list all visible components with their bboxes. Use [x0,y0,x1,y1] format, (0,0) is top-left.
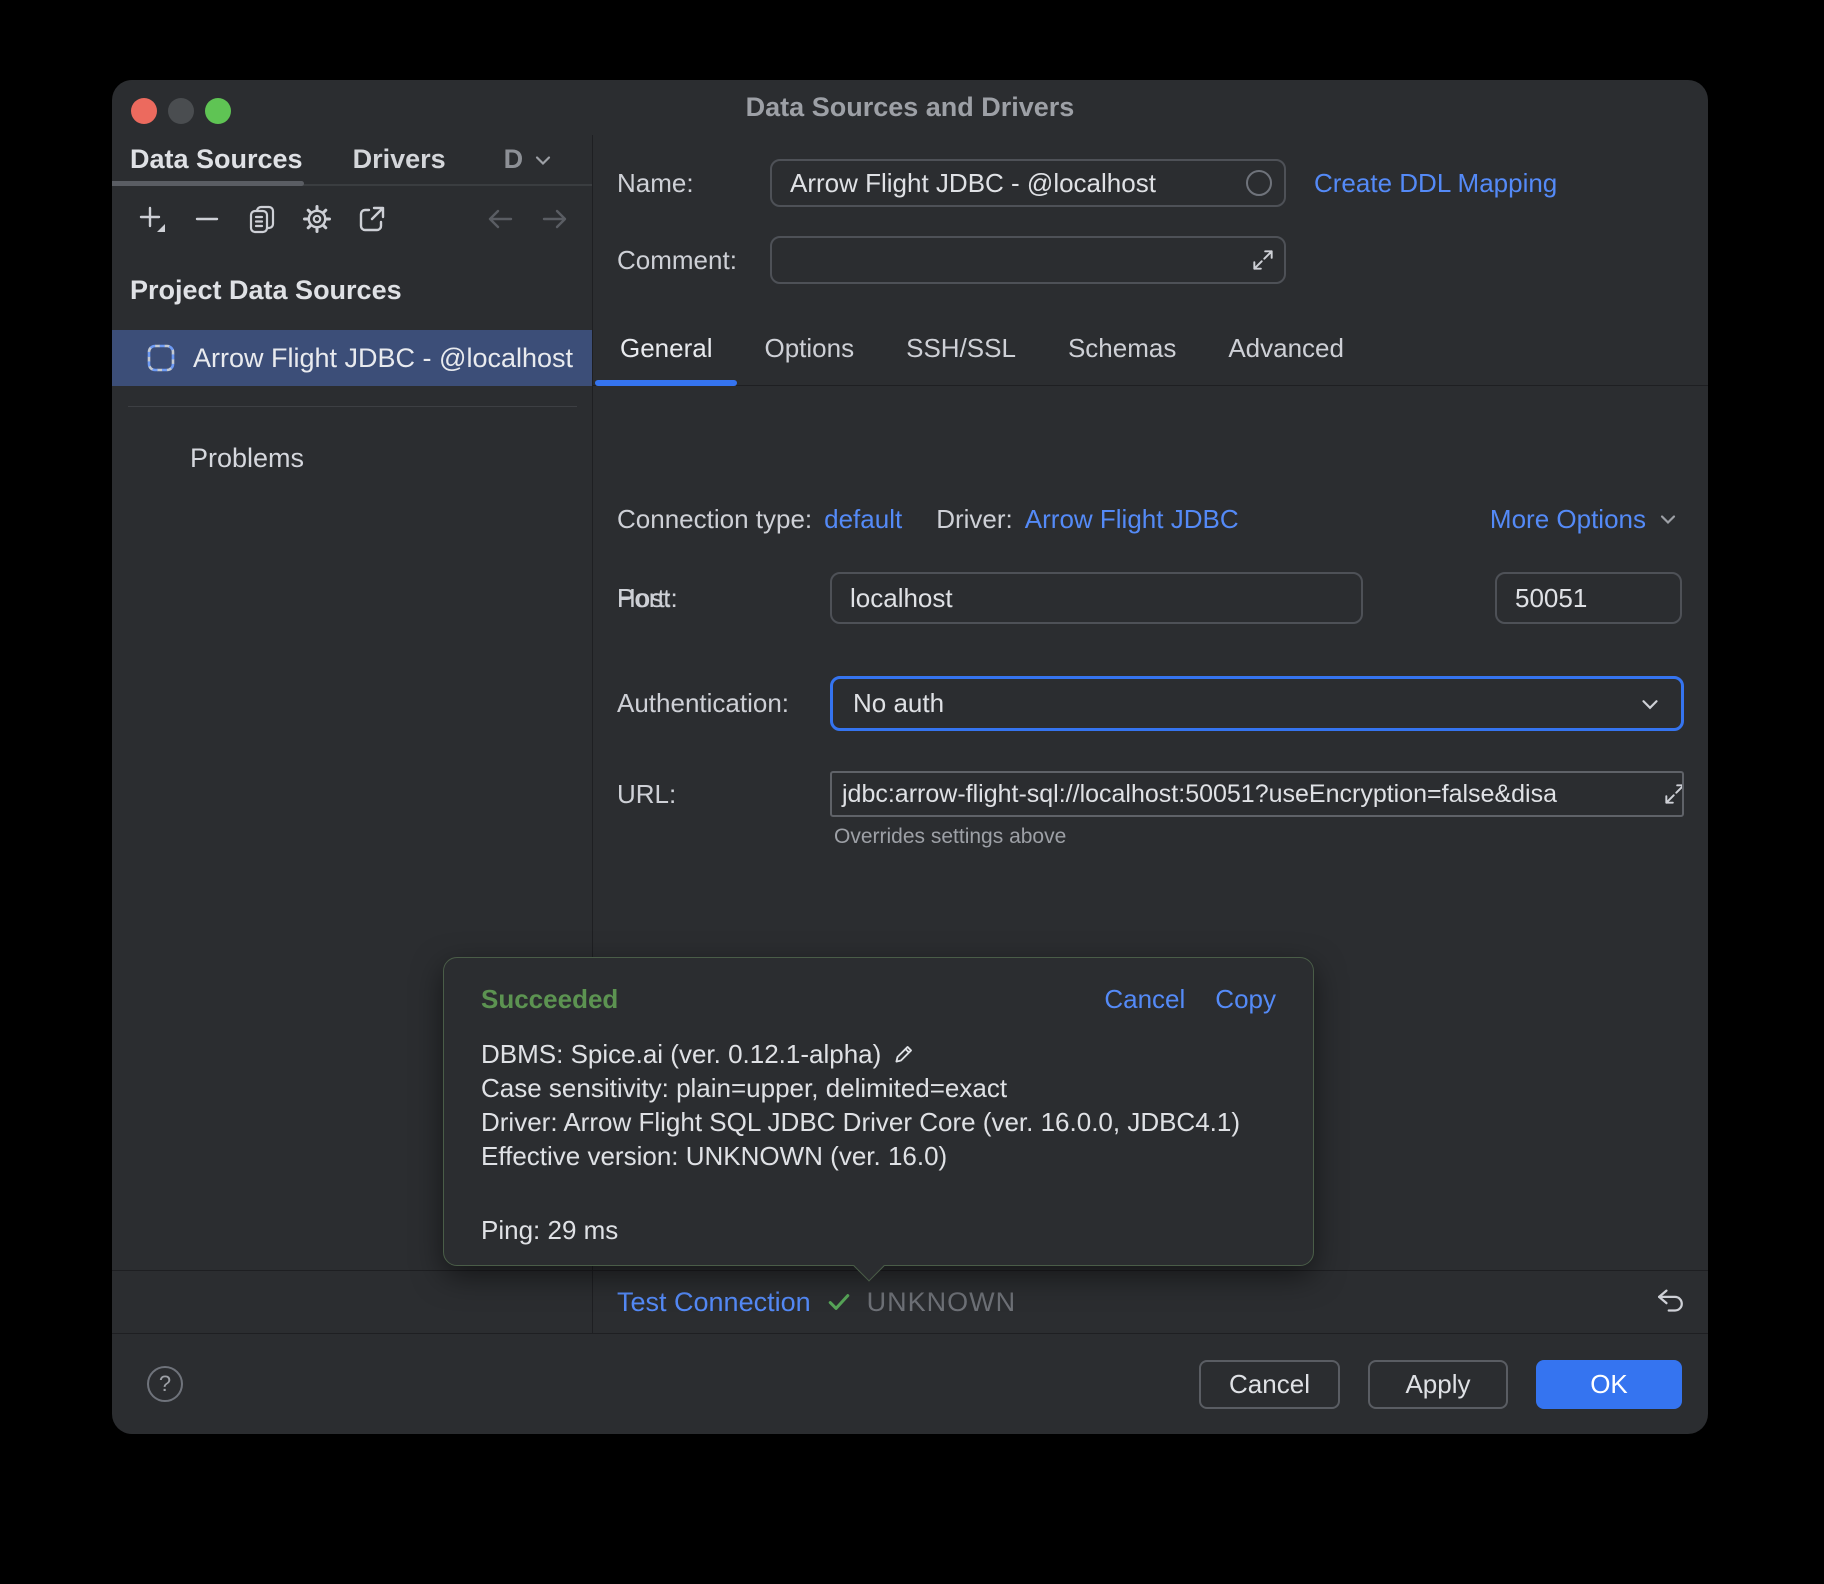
titlebar: Data Sources and Drivers [112,80,1708,135]
project-data-sources-header: Project Data Sources [130,275,402,306]
comment-input[interactable] [770,236,1286,284]
edit-pencil-icon[interactable] [891,1041,917,1067]
chevron-down-icon [1637,691,1663,717]
port-value: 50051 [1515,583,1587,614]
authentication-label: Authentication: [617,688,789,719]
dbms-line: DBMS: Spice.ai (ver. 0.12.1-alpha) [481,1037,881,1071]
ping-line: Ping: 29 ms [481,1213,1276,1247]
add-icon[interactable] [136,203,168,235]
connection-type-row: Connection type: default Driver: Arrow F… [593,503,1708,535]
ok-button[interactable]: OK [1536,1360,1682,1409]
tab-overflow[interactable]: D [504,144,556,175]
more-options-link[interactable]: More Options [1490,504,1680,535]
authentication-row: Authentication: No auth [593,676,1708,731]
connection-type-label: Connection type: [617,504,812,535]
driver-value-link[interactable]: Arrow Flight JDBC [1025,504,1239,535]
name-value: Arrow Flight JDBC - @localhost [790,168,1156,199]
driver-label: Driver: [936,504,1013,535]
tab-drivers[interactable]: Drivers [353,144,446,175]
tab-general[interactable]: General [620,331,713,364]
tab-options[interactable]: Options [765,331,855,364]
sidebar-tab-strip: Data Sources Drivers D [112,135,592,186]
active-tab-underline [112,181,304,186]
test-connection-row: Test Connection UNKNOWN [112,1270,1708,1333]
test-connection-popup: Succeeded Cancel Copy DBMS: Spice.ai (ve… [443,957,1314,1266]
datasource-tree-item[interactable]: Arrow Flight JDBC - @localhost [112,330,592,386]
url-input[interactable]: jdbc:arrow-flight-sql://localhost:50051?… [830,771,1684,817]
more-options-label: More Options [1490,504,1646,535]
undo-icon[interactable] [1654,1285,1688,1319]
help-icon[interactable]: ? [147,1366,183,1402]
host-input[interactable]: localhost [830,572,1363,624]
host-value: localhost [850,583,953,614]
url-value: jdbc:arrow-flight-sql://localhost:50051?… [842,780,1557,809]
window-title: Data Sources and Drivers [112,92,1708,123]
test-connection-link[interactable]: Test Connection [617,1287,811,1318]
active-tab-underline [595,380,737,386]
back-arrow-icon[interactable] [484,203,516,235]
settings-tab-strip: General Options SSH/SSL Schemas Advanced [593,331,1708,386]
popup-copy-link[interactable]: Copy [1215,984,1276,1015]
settings-gear-icon[interactable] [301,203,333,235]
comment-row: Comment: [593,236,1708,284]
sidebar-divider [128,406,577,407]
url-label: URL: [617,779,676,810]
authentication-select[interactable]: No auth [830,676,1684,731]
case-sensitivity-line: Case sensitivity: plain=upper, delimited… [481,1071,1276,1105]
cancel-button[interactable]: Cancel [1199,1360,1340,1409]
tab-ssh-ssl[interactable]: SSH/SSL [906,331,1016,364]
loading-circle-icon [1246,170,1272,196]
datasource-item-label: Arrow Flight JDBC - @localhost [193,343,573,374]
problems-item[interactable]: Problems [190,443,304,474]
open-in-new-icon[interactable] [356,203,388,235]
sidebar-toolbar [112,197,592,241]
expand-icon[interactable] [1662,781,1684,807]
popup-cancel-link[interactable]: Cancel [1104,984,1185,1015]
comment-label: Comment: [617,245,737,276]
remove-icon[interactable] [191,203,223,235]
forward-arrow-icon[interactable] [539,203,571,235]
data-sources-dialog: Data Sources and Drivers Data Sources Dr… [112,80,1708,1434]
name-row: Name: Arrow Flight JDBC - @localhost Cre… [593,159,1708,207]
dialog-footer: ? Cancel Apply OK [112,1333,1708,1434]
status-succeeded: Succeeded [481,984,618,1015]
connection-type-value-link[interactable]: default [824,504,902,535]
datasource-dashed-icon [145,342,177,374]
port-label: Port: [617,583,672,614]
help-glyph: ? [159,1371,171,1397]
tab-data-sources[interactable]: Data Sources [130,144,303,175]
url-hint: Overrides settings above [834,825,1066,849]
chevron-down-icon [531,148,555,172]
port-input[interactable]: 50051 [1495,572,1682,624]
url-row: URL: jdbc:arrow-flight-sql://localhost:5… [593,771,1708,817]
apply-button[interactable]: Apply [1368,1360,1508,1409]
create-ddl-mapping-link[interactable]: Create DDL Mapping [1314,168,1557,199]
check-icon [825,1288,853,1316]
authentication-value: No auth [853,688,944,719]
tab-truncated-label: D [504,144,524,175]
driver-line: Driver: Arrow Flight SQL JDBC Driver Cor… [481,1105,1276,1139]
expand-icon[interactable] [1250,247,1276,273]
tab-advanced[interactable]: Advanced [1228,331,1344,364]
name-input[interactable]: Arrow Flight JDBC - @localhost [770,159,1286,207]
duplicate-icon[interactable] [246,203,278,235]
name-label: Name: [617,168,694,199]
host-row: Host: localhost Port: 50051 [593,572,1708,624]
chevron-down-icon [1656,507,1680,531]
effective-version-line: Effective version: UNKNOWN (ver. 16.0) [481,1139,1276,1173]
test-result-text: UNKNOWN [867,1287,1017,1318]
tab-schemas[interactable]: Schemas [1068,331,1176,364]
